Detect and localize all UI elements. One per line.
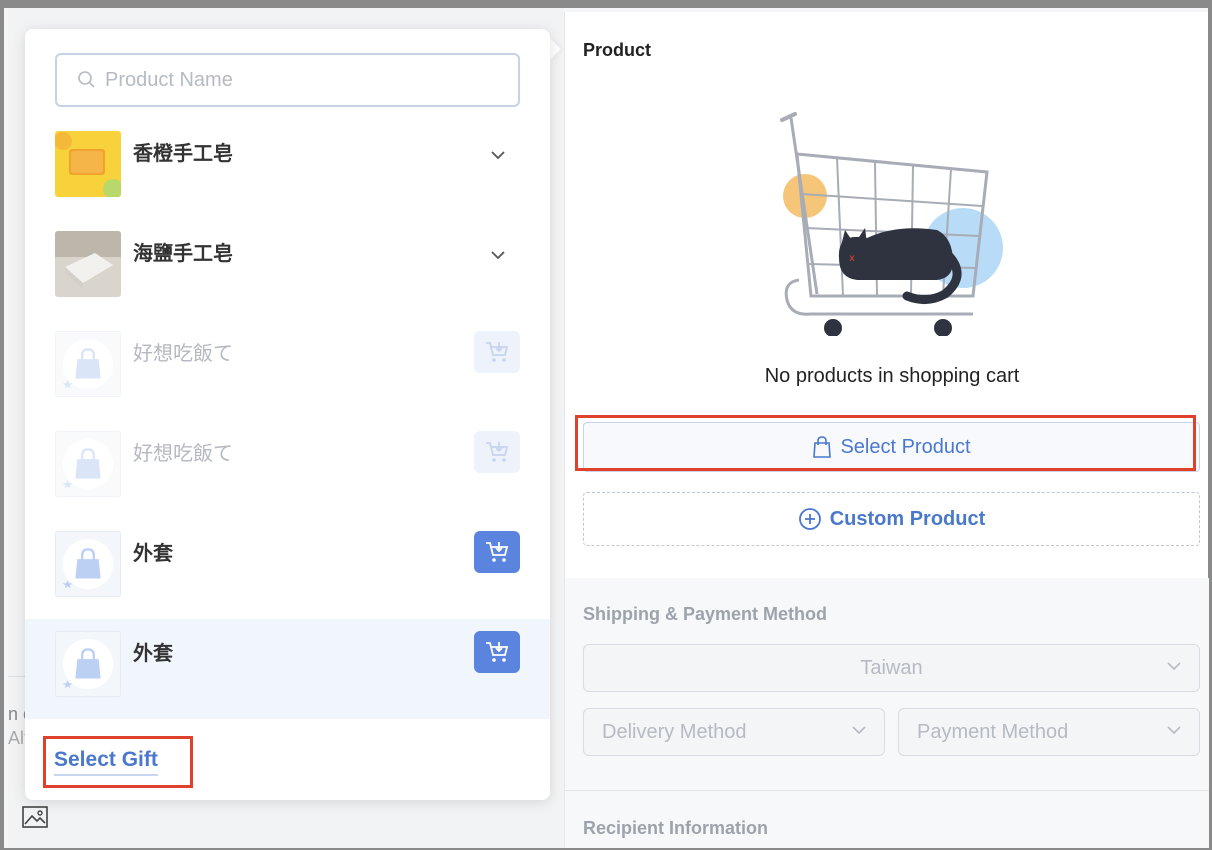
divider <box>565 790 1209 791</box>
add-cart-icon <box>486 442 509 462</box>
add-to-cart-button[interactable] <box>474 331 520 373</box>
plus-circle-icon <box>798 508 821 530</box>
chevron-down-icon[interactable] <box>487 145 509 165</box>
search-placeholder: Product Name <box>105 68 233 91</box>
placeholder-bag-thumbnail <box>55 331 121 397</box>
add-to-cart-button[interactable] <box>474 531 520 573</box>
product-section-title: Product <box>583 40 652 60</box>
add-cart-icon <box>486 542 509 562</box>
payment-method-select[interactable]: Payment Method <box>898 708 1200 756</box>
svg-text:x: x <box>849 253 855 264</box>
app-frame: n c Alt Product x No products in shoppin… <box>0 8 1212 848</box>
add-to-cart-button[interactable] <box>474 631 520 673</box>
product-name: 外套 <box>133 643 173 665</box>
product-name: 海鹽手工皂 <box>133 243 233 265</box>
product-search-input[interactable]: Product Name <box>55 53 520 107</box>
product-item[interactable]: 好想吃飯て <box>25 431 550 531</box>
shipping-section-title: Shipping & Payment Method <box>583 604 828 624</box>
delivery-method-select[interactable]: Delivery Method <box>583 708 885 756</box>
payment-placeholder: Payment Method <box>917 720 1069 743</box>
product-item[interactable]: 海鹽手工皂 <box>25 231 550 331</box>
chevron-down-icon <box>1167 726 1181 735</box>
recipient-section-title: Recipient Information <box>583 818 769 838</box>
country-select[interactable]: Taiwan <box>583 644 1200 692</box>
sea-salt-soap-thumbnail <box>55 231 121 297</box>
chevron-down-icon <box>1167 662 1181 671</box>
chevron-down-icon <box>852 726 866 735</box>
product-item[interactable]: 外套 <box>25 619 550 719</box>
delivery-placeholder: Delivery Method <box>602 720 747 743</box>
placeholder-bag-thumbnail <box>55 631 121 697</box>
product-item[interactable]: 外套 <box>25 531 550 631</box>
add-cart-icon <box>486 642 509 662</box>
product-name: 好想吃飯て <box>133 343 233 365</box>
product-item[interactable]: 香橙手工皂 <box>25 131 550 231</box>
placeholder-bag-thumbnail <box>55 431 121 497</box>
product-name: 香橙手工皂 <box>133 143 233 165</box>
order-panel: Product x No products in shopping cart S… <box>564 12 1209 848</box>
highlight-box-select-product <box>575 415 1196 471</box>
add-cart-icon <box>486 342 509 362</box>
chevron-down-icon[interactable] <box>487 245 509 265</box>
custom-product-label: Custom Product <box>829 507 986 530</box>
add-to-cart-button[interactable] <box>474 431 520 473</box>
highlight-box-select-gift <box>43 736 193 788</box>
empty-cart-illustration: x <box>780 112 1003 336</box>
image-icon[interactable] <box>22 806 48 828</box>
country-value: Taiwan <box>860 656 923 679</box>
product-name: 好想吃飯て <box>133 443 233 465</box>
custom-product-button[interactable]: Custom Product <box>583 492 1200 546</box>
orange-soap-thumbnail <box>55 131 121 197</box>
product-picker-popover: Product Name 香橙手工皂 海鹽手工皂 好想吃飯て 好想吃飯て 外套 … <box>25 29 550 800</box>
product-name: 外套 <box>133 543 173 565</box>
product-item[interactable]: 好想吃飯て <box>25 331 550 431</box>
empty-cart-message: No products in shopping cart <box>764 365 1020 387</box>
search-icon <box>78 71 95 88</box>
placeholder-bag-thumbnail <box>55 531 121 597</box>
